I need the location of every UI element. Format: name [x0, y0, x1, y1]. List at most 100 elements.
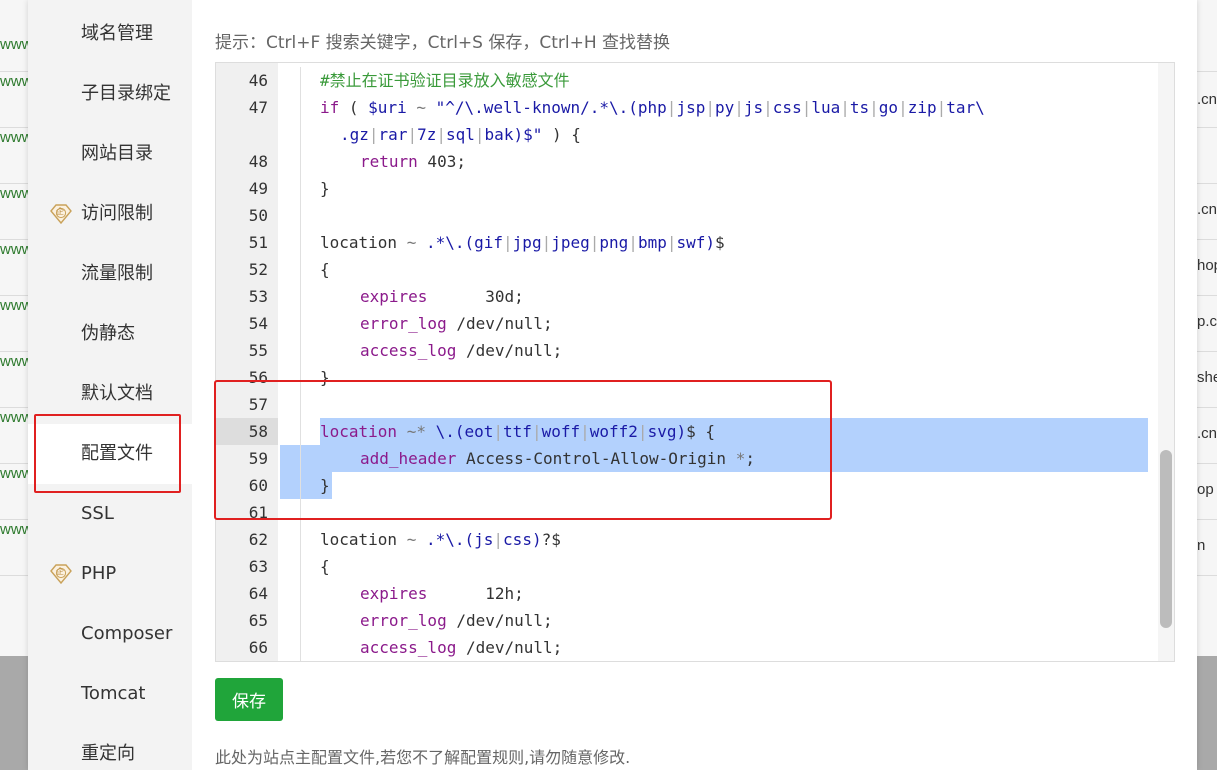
code-line: 66 access_log /dev/null; — [216, 634, 1156, 661]
indent-guide — [300, 148, 301, 175]
indent-guide — [300, 364, 301, 391]
scrollbar-thumb[interactable] — [1160, 450, 1172, 628]
code-line: 60} — [216, 472, 1156, 499]
code-token: | — [666, 98, 677, 117]
code-token: | — [763, 98, 773, 117]
indent-guide — [300, 256, 301, 283]
code-token: bmp — [637, 233, 667, 252]
code-token: jpeg — [551, 233, 590, 252]
sidebar-item-label: 域名管理 — [81, 23, 153, 44]
code-text: if ( $uri ~ "^/\.well-known/.*\.(php|jsp… — [320, 94, 985, 121]
code-token: ~ — [406, 98, 436, 117]
code-token: py — [714, 98, 735, 117]
sidebar-item[interactable]: 网站目录 — [28, 124, 192, 184]
code-token: /dev/null; — [456, 638, 563, 657]
code-line: 59 add_header Access-Control-Allow-Origin… — [216, 445, 1156, 472]
code-token: | — [589, 233, 600, 252]
indent-guide — [300, 310, 301, 337]
code-token: zip — [907, 98, 937, 117]
sidebar-item[interactable]: 伪静态 — [28, 304, 192, 364]
code-token: ttf — [503, 422, 532, 441]
indent-guide — [300, 337, 301, 364]
code-token: bak)$" — [484, 125, 543, 144]
code-text: error_log /dev/null; — [360, 607, 553, 634]
code-token: ?$ — [541, 530, 561, 549]
sidebar-item[interactable]: 企 访问限制 — [28, 184, 192, 244]
code-token: sql — [446, 125, 475, 144]
sidebar-item[interactable]: Composer — [28, 604, 192, 664]
indent-guide — [300, 229, 301, 256]
line-number: 59 — [248, 449, 268, 468]
line-number: 54 — [248, 314, 268, 333]
code-token: | — [531, 422, 542, 441]
sidebar-item[interactable]: 重定向 — [28, 724, 192, 770]
code-token: jsp — [676, 98, 706, 117]
sidebar-item[interactable]: Tomcat — [28, 664, 192, 724]
line-number: 55 — [248, 341, 268, 360]
code-token: swf) — [676, 233, 716, 252]
code-token: expires — [360, 287, 428, 306]
code-text: error_log /dev/null; — [360, 310, 553, 337]
code-token: | — [493, 530, 504, 549]
code-token: location — [320, 233, 398, 252]
code-token: .*\.(js — [425, 530, 494, 549]
config-warning-note: 此处为站点主配置文件,若您不了解配置规则,请勿随意修改. — [215, 748, 631, 767]
line-number: 56 — [248, 368, 268, 387]
code-token: css — [772, 98, 802, 117]
code-token: expires — [360, 584, 428, 603]
code-token: #禁止在证书验证目录放入敏感文件 — [320, 71, 570, 90]
indent-guide — [300, 283, 301, 310]
code-token: | — [628, 233, 638, 252]
code-token: | — [493, 422, 504, 441]
indent-guide — [300, 607, 301, 634]
code-text: access_log /dev/null; — [360, 337, 562, 364]
code-line: 64 expires 12h; — [216, 580, 1156, 607]
code-token: woff2 — [589, 422, 638, 441]
code-token: ( — [339, 98, 369, 117]
code-token: | — [503, 233, 513, 252]
code-line: 48 return 403; — [216, 148, 1156, 175]
sidebar-item[interactable]: 企 PHP — [28, 544, 192, 604]
line-number: 61 — [248, 503, 268, 522]
indent-guide — [300, 175, 301, 202]
code-token: 403; — [417, 152, 466, 171]
sidebar-item[interactable]: SSL — [28, 484, 192, 544]
code-line: 63 { — [216, 553, 1156, 580]
code-editor[interactable]: 46 #禁止在证书验证目录放入敏感文件 47 if ( $uri ~ "^/\.wel… — [215, 62, 1175, 662]
sidebar-item[interactable]: 子目录绑定 — [28, 64, 192, 124]
code-token: 30d; — [427, 287, 524, 306]
code-token: location — [320, 422, 398, 441]
indent-guide — [300, 202, 301, 229]
sidebar-item[interactable]: 流量限制 — [28, 244, 192, 304]
code-token: | — [869, 98, 879, 117]
code-token: /dev/null; — [446, 611, 553, 630]
line-number: 52 — [248, 260, 268, 279]
code-line: 50 — [216, 202, 1156, 229]
save-button[interactable]: 保存 — [215, 678, 283, 721]
line-number: 49 — [248, 179, 268, 198]
line-number: 50 — [248, 206, 268, 225]
sidebar-item[interactable]: 默认文档 — [28, 364, 192, 424]
code-line: .gz|rar|7z|sql|bak)$" ) { — [216, 121, 1156, 148]
code-token: | — [705, 98, 715, 117]
sidebar-item-label: Composer — [81, 623, 173, 644]
indent-guide — [300, 67, 301, 94]
code-line: 65 error_log /dev/null; — [216, 607, 1156, 634]
code-token: ~ — [397, 530, 426, 549]
sidebar-item-label: 伪静态 — [81, 323, 135, 344]
code-text: location ~ .*\.(js|css)?$ — [320, 526, 561, 553]
code-token: js — [743, 98, 764, 117]
sidebar-item[interactable]: 配置文件 — [28, 424, 192, 484]
code-text: location ~* \.(eot|ttf|woff|woff2|svg)$ … — [320, 418, 715, 445]
sidebar-item[interactable]: 域名管理 — [28, 4, 192, 64]
code-line: 46 #禁止在证书验证目录放入敏感文件 — [216, 67, 1156, 94]
sidebar-item-label: 访问限制 — [81, 203, 153, 224]
code-text: add_header Access-Control-Allow-Origin *… — [360, 445, 755, 472]
code-line: 53 expires 30d; — [216, 283, 1156, 310]
code-line: 49} — [216, 175, 1156, 202]
code-token: { — [320, 557, 330, 576]
code-line: 54 error_log /dev/null; — [216, 310, 1156, 337]
code-text: } — [320, 364, 330, 391]
code-token: location — [320, 530, 398, 549]
code-text: } — [320, 472, 330, 499]
